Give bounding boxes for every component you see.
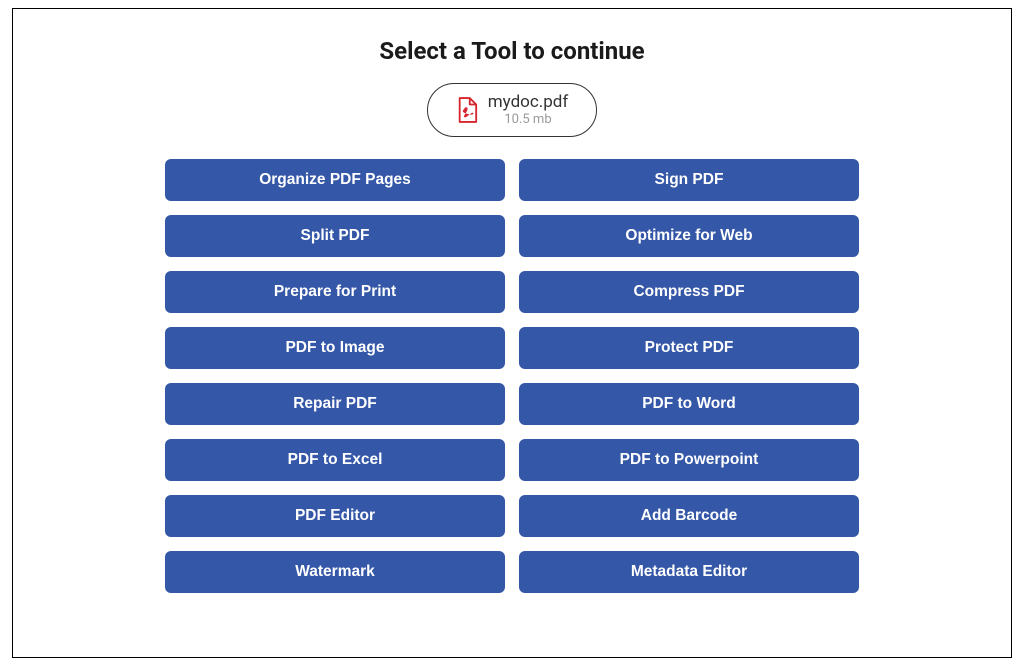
file-size: 10.5 mb [504, 112, 551, 128]
tool-metadata-editor[interactable]: Metadata Editor [519, 551, 859, 593]
tool-prepare-for-print[interactable]: Prepare for Print [165, 271, 505, 313]
tool-compress-pdf[interactable]: Compress PDF [519, 271, 859, 313]
file-name: mydoc.pdf [488, 92, 569, 112]
tool-add-barcode[interactable]: Add Barcode [519, 495, 859, 537]
tool-pdf-to-image[interactable]: PDF to Image [165, 327, 505, 369]
tool-grid: Organize PDF Pages Sign PDF Split PDF Op… [165, 159, 859, 593]
tool-sign-pdf[interactable]: Sign PDF [519, 159, 859, 201]
tool-split-pdf[interactable]: Split PDF [165, 215, 505, 257]
tool-pdf-to-powerpoint[interactable]: PDF to Powerpoint [519, 439, 859, 481]
tool-pdf-editor[interactable]: PDF Editor [165, 495, 505, 537]
tool-optimize-for-web[interactable]: Optimize for Web [519, 215, 859, 257]
file-info: mydoc.pdf 10.5 mb [488, 92, 569, 128]
page-title: Select a Tool to continue [379, 37, 644, 65]
tool-repair-pdf[interactable]: Repair PDF [165, 383, 505, 425]
tool-protect-pdf[interactable]: Protect PDF [519, 327, 859, 369]
tool-pdf-to-excel[interactable]: PDF to Excel [165, 439, 505, 481]
tool-watermark[interactable]: Watermark [165, 551, 505, 593]
tool-pdf-to-word[interactable]: PDF to Word [519, 383, 859, 425]
file-chip[interactable]: mydoc.pdf 10.5 mb [427, 83, 598, 137]
tool-organize-pdf-pages[interactable]: Organize PDF Pages [165, 159, 505, 201]
pdf-file-icon [456, 97, 478, 123]
app-frame: Select a Tool to continue mydoc.pdf 10.5… [12, 8, 1012, 658]
